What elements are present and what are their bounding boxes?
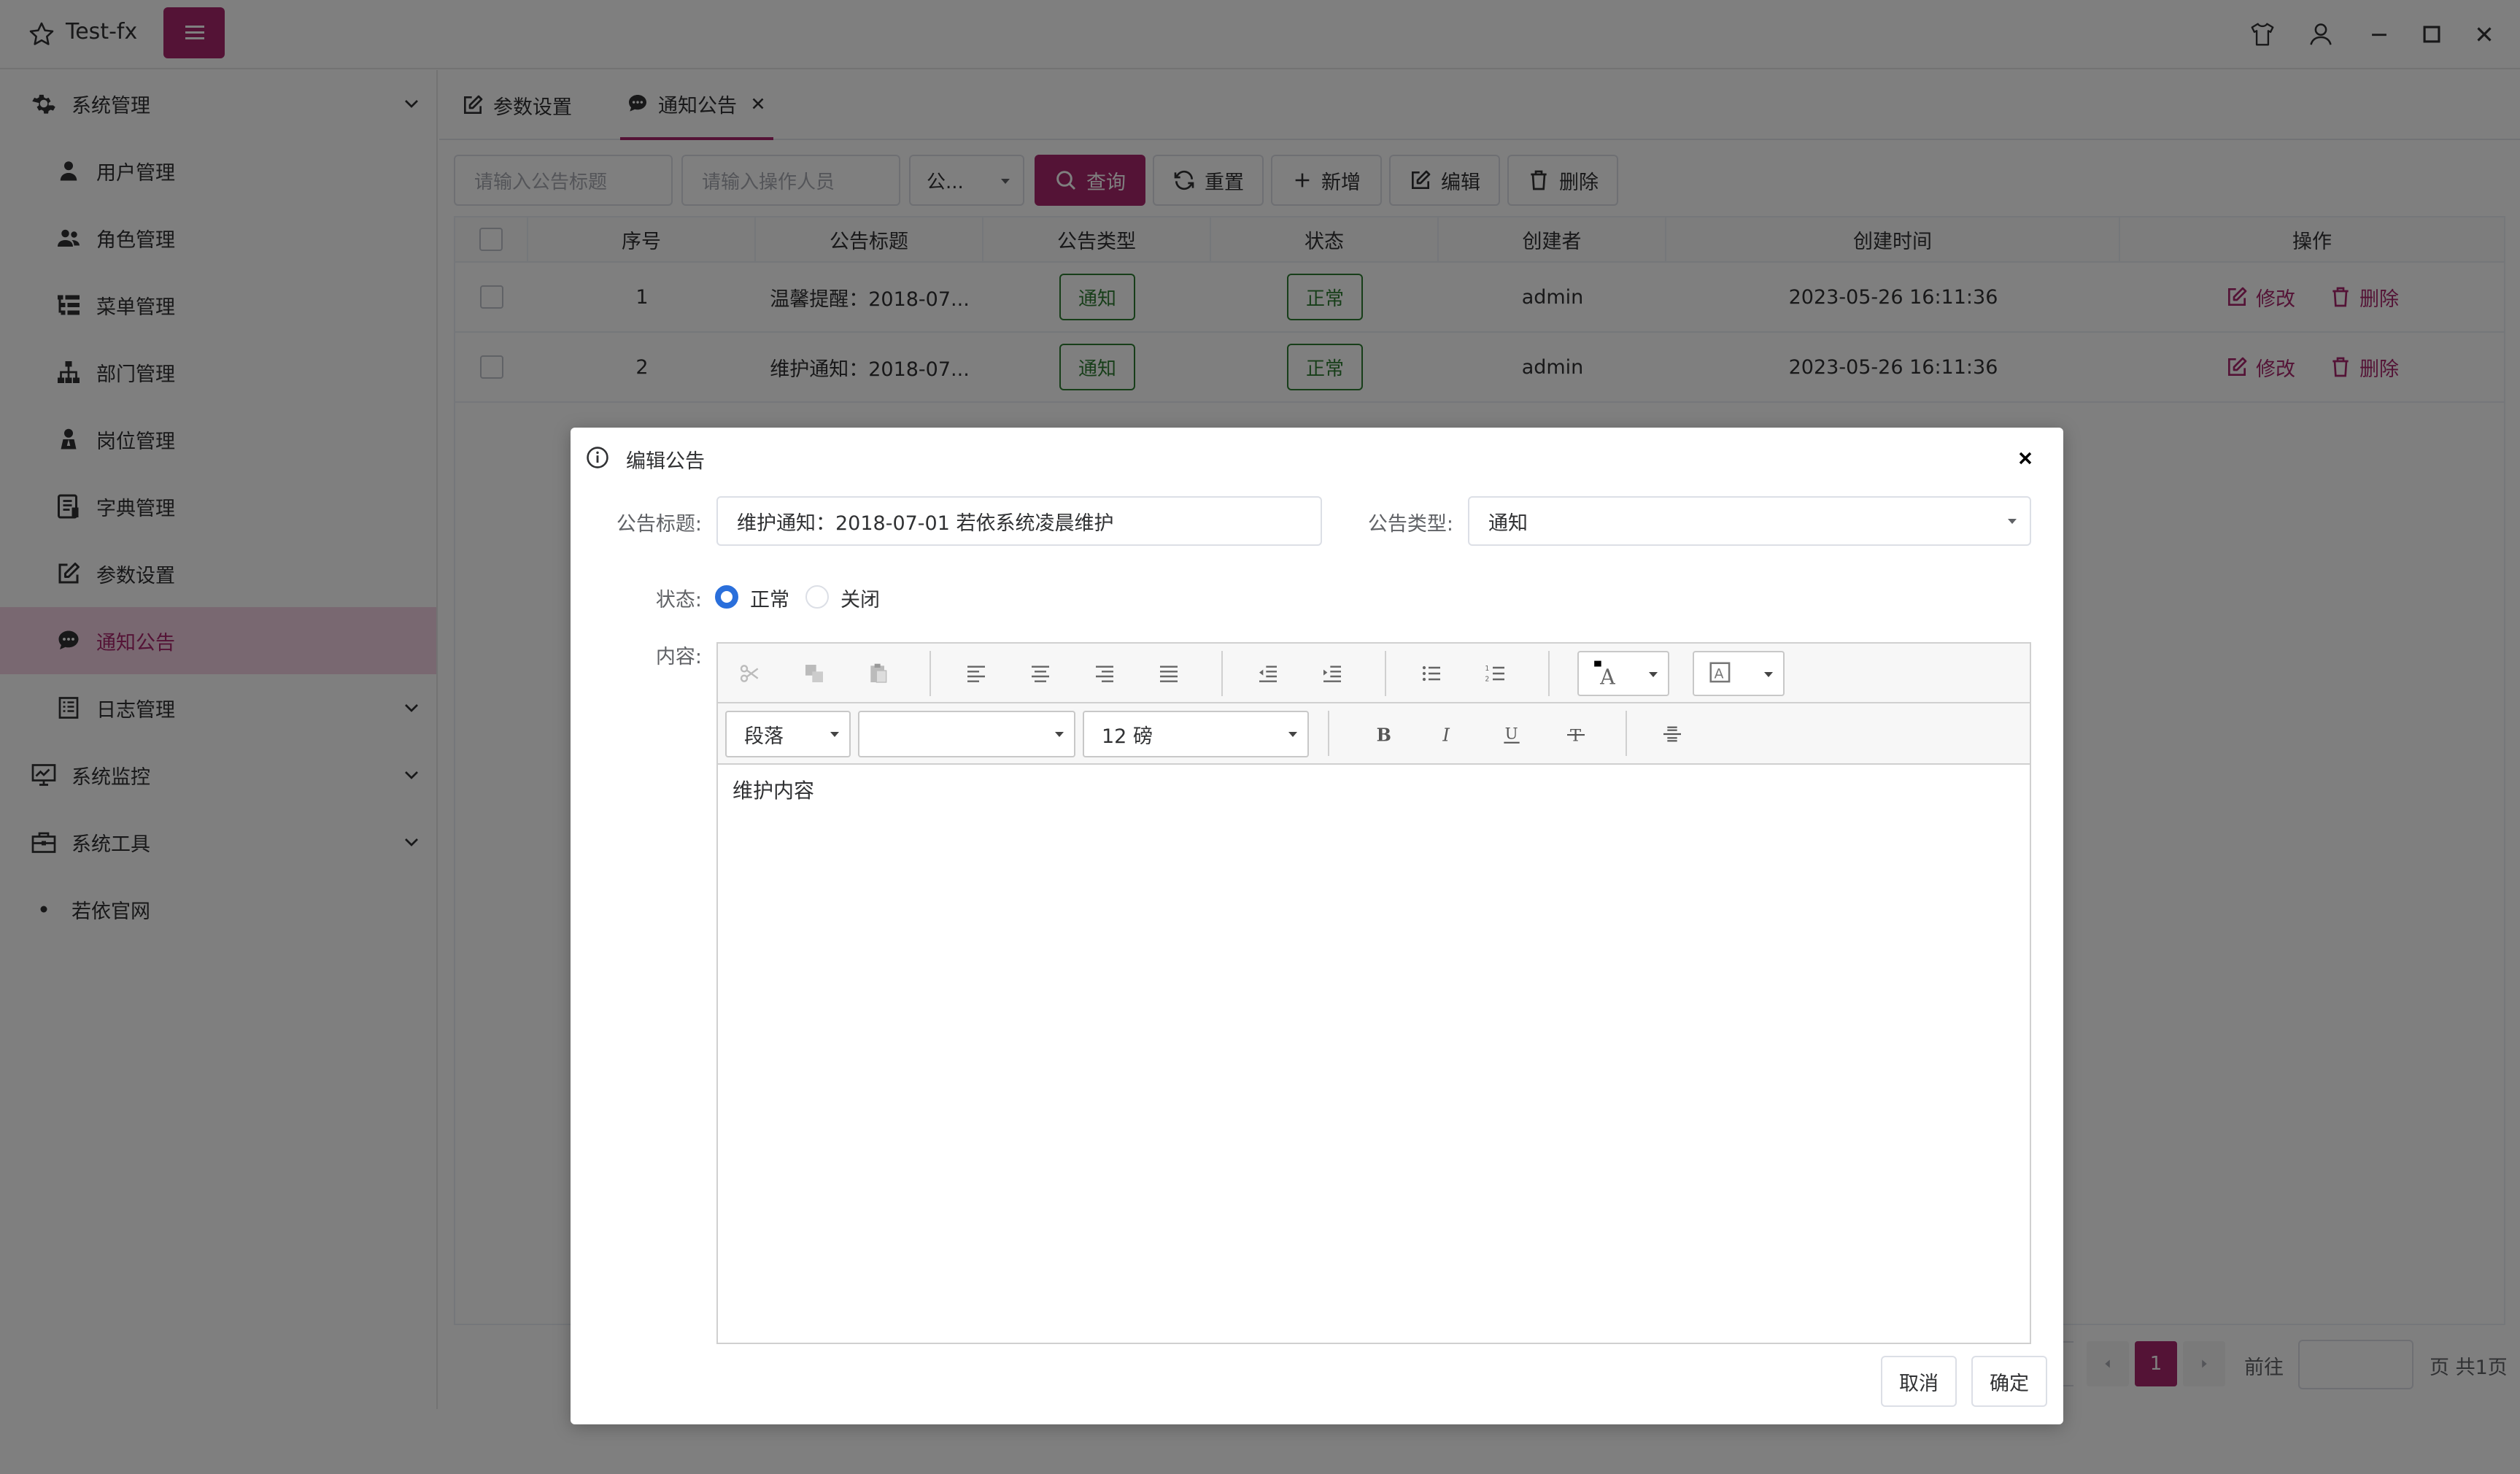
svg-text:I: I bbox=[1442, 725, 1450, 745]
status-label: 状态: bbox=[655, 589, 702, 611]
toolbar-separator bbox=[1328, 711, 1329, 756]
close-icon[interactable] bbox=[2015, 448, 2036, 468]
italic-icon[interactable]: I bbox=[1433, 719, 1462, 749]
caret-down-icon bbox=[826, 725, 843, 743]
copy-icon[interactable] bbox=[800, 659, 829, 688]
underline-icon[interactable]: U bbox=[1497, 719, 1526, 749]
editor-toolbar-top: 12 A A bbox=[718, 644, 2030, 703]
font-size-select[interactable]: 12 磅 bbox=[1083, 711, 1309, 757]
dialog-title: 编辑公告 bbox=[626, 450, 705, 473]
horizontal-rule-icon[interactable] bbox=[1658, 719, 1687, 749]
toolbar-separator bbox=[1548, 651, 1550, 696]
align-justify-icon[interactable] bbox=[1154, 659, 1183, 688]
notice-type-select[interactable]: 通知 bbox=[1468, 496, 2031, 546]
align-left-icon[interactable] bbox=[962, 659, 991, 688]
font-color-picker[interactable]: A bbox=[1577, 651, 1669, 696]
cancel-button[interactable]: 取消 bbox=[1881, 1356, 1957, 1407]
notice-title-input[interactable]: 维护通知：2018-07-01 若依系统凌晨维护 bbox=[716, 496, 1322, 546]
strikethrough-icon[interactable]: T bbox=[1561, 719, 1591, 749]
caret-down-icon bbox=[1760, 665, 1777, 683]
edit-notice-dialog: 编辑公告 公告标题: 维护通知：2018-07-01 若依系统凌晨维护 公告类型… bbox=[571, 428, 2063, 1424]
editor-content[interactable]: 维护内容 bbox=[733, 775, 814, 804]
notice-type-label: 公告类型: bbox=[1367, 513, 1453, 536]
toolbar-separator bbox=[1221, 651, 1223, 696]
cut-icon[interactable] bbox=[735, 659, 765, 688]
caret-down-icon bbox=[1644, 665, 1662, 683]
content-label: 内容: bbox=[655, 646, 702, 668]
indent-icon[interactable] bbox=[1318, 659, 1347, 688]
svg-text:1: 1 bbox=[1485, 665, 1489, 673]
svg-text:T: T bbox=[1570, 726, 1581, 745]
bold-icon[interactable]: B bbox=[1369, 719, 1398, 749]
toolbar-separator bbox=[929, 651, 931, 696]
status-normal-radio[interactable] bbox=[715, 585, 738, 609]
status-closed-label: 关闭 bbox=[840, 589, 880, 611]
font-family-select[interactable] bbox=[858, 711, 1075, 757]
font-size-select-value: 12 磅 bbox=[1102, 725, 1153, 748]
svg-text:A: A bbox=[1599, 665, 1615, 687]
bullet-list-icon[interactable] bbox=[1417, 659, 1446, 688]
caret-down-icon bbox=[1284, 725, 1302, 743]
confirm-button[interactable]: 确定 bbox=[1971, 1356, 2047, 1407]
font-color-icon: A bbox=[1592, 660, 1620, 687]
svg-text:2: 2 bbox=[1485, 676, 1489, 684]
notice-title-label: 公告标题: bbox=[616, 513, 702, 536]
svg-text:U: U bbox=[1505, 725, 1518, 744]
toolbar-separator bbox=[1385, 651, 1386, 696]
status-closed-radio[interactable] bbox=[805, 585, 829, 609]
caret-down-icon bbox=[1051, 725, 1068, 743]
align-right-icon[interactable] bbox=[1090, 659, 1119, 688]
background-color-icon: A bbox=[1707, 660, 1735, 687]
caret-down-icon bbox=[2003, 512, 2021, 530]
toolbar-separator bbox=[1626, 711, 1627, 756]
svg-text:B: B bbox=[1377, 724, 1391, 745]
notice-type-value: 通知 bbox=[1488, 512, 1528, 535]
info-icon bbox=[585, 445, 610, 470]
svg-text:A: A bbox=[1715, 665, 1724, 682]
background-color-picker[interactable]: A bbox=[1693, 651, 1785, 696]
outdent-icon[interactable] bbox=[1253, 659, 1283, 688]
editor-toolbar-bottom: 段落 12 磅 B I U T bbox=[718, 703, 2030, 765]
paragraph-select-value: 段落 bbox=[744, 725, 784, 748]
numbered-list-icon[interactable]: 12 bbox=[1481, 659, 1510, 688]
paste-icon[interactable] bbox=[864, 659, 893, 688]
paragraph-select[interactable]: 段落 bbox=[725, 711, 851, 757]
status-normal-label: 正常 bbox=[750, 589, 789, 611]
align-center-icon[interactable] bbox=[1026, 659, 1055, 688]
rich-text-editor: 12 A A 段落 12 磅 B I U T 维护内容 bbox=[716, 642, 2031, 1344]
